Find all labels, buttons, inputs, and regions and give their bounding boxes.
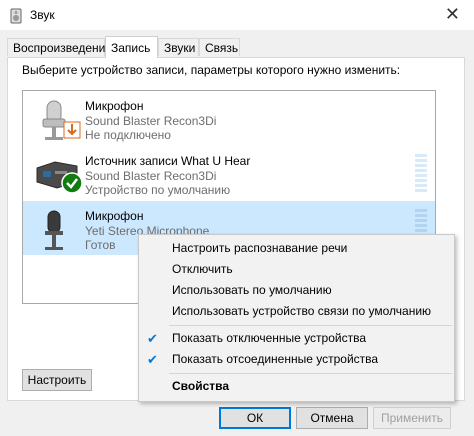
tab-sounds[interactable]: Звуки [158, 38, 199, 56]
device-item-microphone-recon3di[interactable]: Микрофон Sound Blaster Recon3Di Не подкл… [23, 91, 435, 145]
device-driver: Sound Blaster Recon3Di [85, 169, 217, 183]
level-meter [415, 154, 427, 194]
menu-separator [169, 325, 452, 326]
menu-item-show-disabled[interactable]: ✔ Показать отключенные устройства [139, 328, 454, 349]
menu-item-label: Отключить [172, 262, 233, 276]
menu-separator [169, 373, 452, 374]
ok-button[interactable]: ОК [219, 407, 291, 429]
cancel-button[interactable]: Отмена [296, 407, 368, 429]
tab-recording[interactable]: Запись [105, 36, 158, 58]
checkmark-icon: ✔ [147, 331, 158, 346]
microphone-icon [45, 210, 63, 250]
context-menu: Настроить распознавание речи Отключить И… [138, 234, 455, 402]
menu-item-label: Использовать по умолчанию [172, 283, 332, 297]
tab-playback[interactable]: Воспроизведение [7, 38, 112, 56]
menu-item-speech-recognition[interactable]: Настроить распознавание речи [139, 238, 454, 259]
device-status: Готов [85, 238, 116, 252]
menu-item-label: Показать отсоединенные устройства [172, 352, 379, 366]
apply-button[interactable]: Применить [373, 407, 451, 429]
instruction-text: Выберите устройство записи, параметры ко… [22, 63, 401, 77]
device-driver: Sound Blaster Recon3Di [85, 114, 217, 128]
checkmark-icon: ✔ [147, 352, 158, 367]
menu-item-set-default-communication[interactable]: Использовать устройство связи по умолчан… [139, 301, 454, 322]
window-title: Звук [30, 8, 55, 22]
device-status: Не подключено [85, 128, 171, 142]
device-name: Микрофон [85, 209, 144, 223]
close-button[interactable]: ✕ [445, 4, 460, 25]
menu-item-label: Настроить распознавание речи [172, 241, 348, 255]
menu-item-label: Использовать устройство связи по умолчан… [172, 304, 432, 318]
menu-item-properties[interactable]: Свойства [139, 376, 454, 397]
configure-button[interactable]: Настроить [22, 369, 92, 391]
tab-communications[interactable]: Связь [199, 38, 240, 56]
device-name: Источник записи What U Hear [85, 154, 251, 168]
disconnected-arrow-icon [63, 121, 81, 139]
menu-item-show-disconnected[interactable]: ✔ Показать отсоединенные устройства [139, 349, 454, 370]
default-checkmark-icon [61, 172, 83, 194]
device-name: Микрофон [85, 99, 144, 113]
menu-item-disable[interactable]: Отключить [139, 259, 454, 280]
speaker-icon [10, 8, 22, 24]
menu-item-set-default[interactable]: Использовать по умолчанию [139, 280, 454, 301]
menu-item-label: Свойства [172, 379, 230, 393]
title-bar: Звук ✕ [0, 0, 474, 30]
device-status: Устройство по умолчанию [85, 183, 231, 197]
device-item-what-u-hear[interactable]: Источник записи What U Hear Sound Blaste… [23, 146, 435, 200]
menu-item-label: Показать отключенные устройства [172, 331, 367, 345]
